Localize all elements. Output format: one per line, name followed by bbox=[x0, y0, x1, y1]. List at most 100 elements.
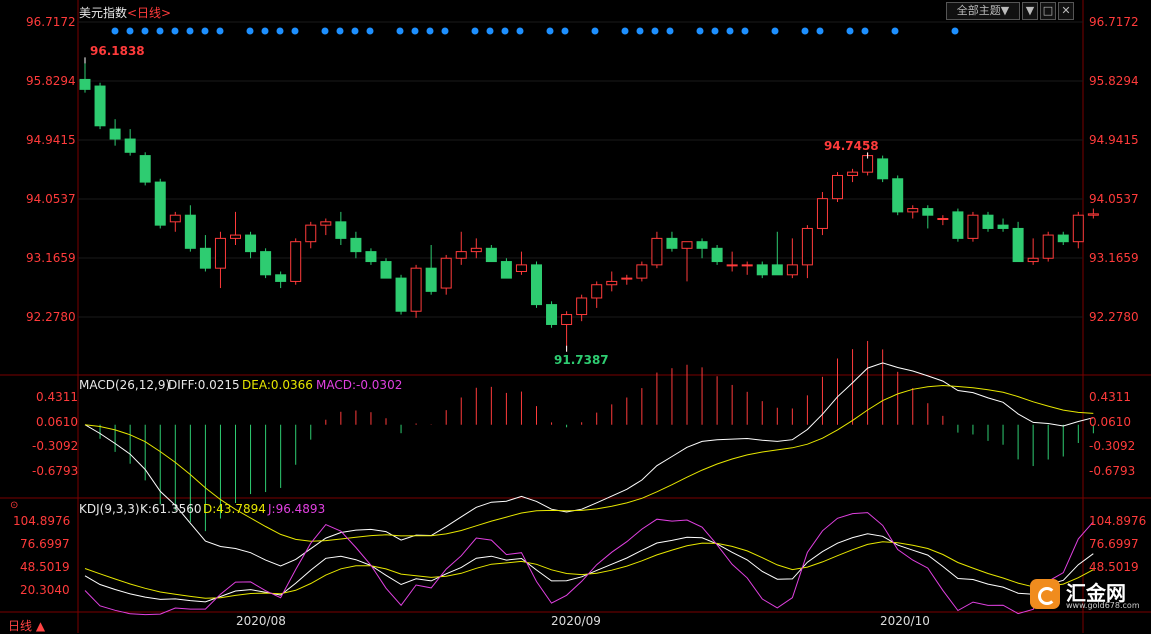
x-tick: 2020/08 bbox=[236, 614, 286, 628]
event-dot bbox=[396, 27, 404, 35]
price-tick-right: 92.2780 bbox=[1089, 310, 1139, 324]
event-dot bbox=[861, 27, 869, 35]
candle-body bbox=[681, 241, 693, 249]
kdj-k-line bbox=[84, 533, 1094, 603]
candle-body bbox=[440, 257, 452, 289]
candle-body bbox=[290, 241, 302, 282]
candle-body bbox=[245, 234, 257, 253]
candle-body bbox=[395, 277, 407, 312]
x-tick: 2020/09 bbox=[551, 614, 601, 628]
kdj-tick-left: 48.5019 bbox=[20, 560, 70, 574]
candle-body bbox=[771, 264, 783, 276]
candle-body bbox=[214, 237, 226, 269]
event-dot bbox=[546, 27, 554, 35]
macd-tick-right: -0.3092 bbox=[1089, 439, 1136, 453]
kdj-tick-left: 76.6997 bbox=[20, 537, 70, 551]
macd-tick-right: -0.6793 bbox=[1089, 464, 1136, 478]
event-dot bbox=[501, 27, 509, 35]
candle-body bbox=[199, 247, 211, 269]
collapse-icon[interactable]: ▼ bbox=[1022, 2, 1038, 20]
event-dot bbox=[186, 27, 194, 35]
event-dot bbox=[321, 27, 329, 35]
candle-body bbox=[1087, 213, 1099, 216]
event-dot bbox=[621, 27, 629, 35]
theme-dropdown-button[interactable]: 全部主题▼ bbox=[946, 2, 1020, 20]
event-dot bbox=[471, 27, 479, 35]
chart-svg[interactable] bbox=[0, 0, 1151, 633]
candle-body bbox=[997, 224, 1009, 229]
candle-body bbox=[470, 247, 482, 253]
kdj-tick-right: 104.8976 bbox=[1089, 514, 1147, 528]
candle-body bbox=[847, 171, 859, 176]
candle-body bbox=[1012, 227, 1024, 263]
kdj-k-value: K:61.3560 bbox=[140, 502, 202, 516]
candle-body bbox=[832, 174, 843, 200]
candle-body bbox=[756, 264, 768, 276]
macd-diff-line bbox=[84, 362, 1094, 567]
candle-body bbox=[1042, 234, 1054, 259]
candle-body bbox=[109, 128, 121, 140]
candle-body bbox=[455, 251, 467, 259]
macd-dea-line bbox=[84, 384, 1094, 542]
candle-body bbox=[425, 267, 437, 292]
candle-body bbox=[711, 247, 723, 263]
event-dot bbox=[561, 27, 569, 35]
candle-body bbox=[576, 297, 588, 316]
price-tick-right: 93.1659 bbox=[1089, 251, 1139, 265]
kdj-d-value: D:43.7894 bbox=[203, 502, 266, 516]
close-icon[interactable]: ✕ bbox=[1058, 2, 1074, 20]
candle-body bbox=[877, 158, 889, 180]
timeframe-link[interactable]: <日线> bbox=[127, 4, 171, 21]
candle-body bbox=[786, 264, 798, 276]
candle-body bbox=[500, 261, 512, 279]
timeframe-toggle[interactable]: 日线 ▲ bbox=[8, 617, 45, 634]
price-tick-left: 92.2780 bbox=[26, 310, 76, 324]
macd-tick-left: 0.4311 bbox=[36, 390, 78, 404]
price-tick-left: 94.9415 bbox=[26, 133, 76, 147]
macd-label: MACD(26,12,9) bbox=[79, 378, 171, 392]
candle-body bbox=[335, 221, 347, 239]
kdj-tick-right: 76.6997 bbox=[1089, 537, 1139, 551]
kdj-tick-left: 104.8976 bbox=[13, 514, 71, 528]
kdj-settings-icon[interactable]: ⊙ bbox=[10, 500, 18, 511]
candle-body bbox=[726, 264, 738, 267]
price-tick-right: 94.0537 bbox=[1089, 192, 1139, 206]
kdj-tick-right: 48.5019 bbox=[1089, 560, 1139, 574]
price-tick-right: 95.8294 bbox=[1089, 74, 1139, 88]
instrument-title: 美元指数 bbox=[79, 6, 128, 20]
high-annotation: 96.1838 bbox=[90, 44, 145, 58]
price-tick-left: 96.7172 bbox=[26, 15, 76, 29]
kdj-j-line bbox=[84, 512, 1094, 616]
candle-body bbox=[365, 251, 377, 263]
event-dot bbox=[771, 27, 779, 35]
candle-body bbox=[124, 138, 136, 153]
candle-body bbox=[139, 155, 151, 183]
event-dot bbox=[141, 27, 149, 35]
event-dot bbox=[696, 27, 704, 35]
maximize-icon[interactable]: □ bbox=[1040, 2, 1056, 20]
macd-diff-value: DIFF:0.0215 bbox=[168, 378, 240, 392]
candle-body bbox=[816, 198, 828, 229]
event-dot bbox=[246, 27, 254, 35]
candle-body bbox=[485, 247, 497, 263]
peak-annotation: 94.7458 bbox=[824, 139, 879, 153]
price-tick-left: 93.1659 bbox=[26, 251, 76, 265]
event-dot bbox=[441, 27, 449, 35]
candle-body bbox=[260, 251, 272, 276]
candle-body bbox=[79, 78, 91, 90]
macd-tick-left: 0.0610 bbox=[36, 415, 78, 429]
candle-body bbox=[1057, 234, 1069, 243]
candle-body bbox=[922, 208, 934, 216]
candle-body bbox=[636, 264, 648, 279]
event-dot bbox=[591, 27, 599, 35]
event-dot bbox=[651, 27, 659, 35]
candle-body bbox=[907, 208, 919, 213]
event-dot bbox=[216, 27, 224, 35]
candle-body bbox=[169, 214, 181, 223]
brand-logo-url: www.gold678.com bbox=[1066, 601, 1140, 610]
x-tick: 2020/10 bbox=[880, 614, 930, 628]
event-dot bbox=[276, 27, 284, 35]
price-tick-left: 94.0537 bbox=[26, 192, 76, 206]
event-dot bbox=[636, 27, 644, 35]
candle-body bbox=[741, 264, 753, 267]
